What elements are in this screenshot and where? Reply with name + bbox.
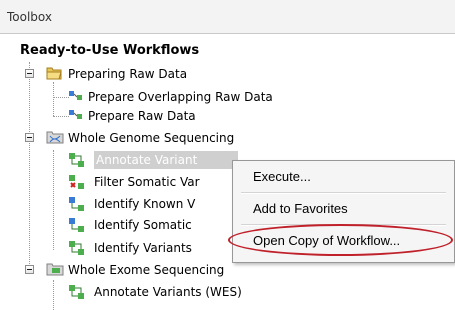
- tree-guide-line: [53, 82, 54, 116]
- highlight-ellipse: [228, 224, 453, 256]
- tree-item-label: Identify Variants: [94, 241, 192, 255]
- menu-item-add-to-favorites[interactable]: Add to Favorites: [253, 201, 348, 216]
- tree-item-annotate-variants-wes[interactable]: Annotate Variants (WES): [68, 283, 288, 301]
- folder-exome-icon: [46, 262, 64, 278]
- workflow-variant-icon: [68, 284, 84, 300]
- tree-root-label: Ready-to-Use Workflows: [20, 43, 200, 58]
- tree-guide-line: [53, 97, 69, 98]
- workflow-identify-icon: [68, 217, 84, 233]
- menu-separator: [241, 192, 446, 194]
- tree-item-label: Prepare Overlapping Raw Data: [88, 90, 273, 104]
- tree-folder-preparing-raw-data[interactable]: Preparing Raw Data: [24, 65, 244, 83]
- tree-item-prepare-overlapping-raw-data[interactable]: Prepare Overlapping Raw Data: [68, 88, 328, 106]
- menu-item-execute[interactable]: Execute...: [253, 169, 311, 184]
- tree-folder-whole-exome-sequencing[interactable]: Whole Exome Sequencing: [24, 261, 284, 279]
- tree-guide-line: [53, 280, 54, 310]
- tree-item-label: Identify Known V: [94, 197, 196, 211]
- tree-folder-label: Whole Exome Sequencing: [68, 263, 225, 277]
- tree-guide-line: [29, 62, 30, 270]
- workflow-filter-icon: [68, 174, 84, 190]
- tree-item-filter-somatic[interactable]: Filter Somatic Var: [68, 173, 238, 191]
- workflow-icon: [68, 108, 84, 124]
- tree-item-identify-somatic[interactable]: Identify Somatic: [68, 216, 238, 234]
- tree-folder-label: Preparing Raw Data: [68, 67, 188, 81]
- collapse-icon[interactable]: [25, 265, 34, 274]
- tree-guide-line: [53, 150, 54, 250]
- workflow-icon: [68, 89, 84, 105]
- tree-item-identify-known[interactable]: Identify Known V: [68, 195, 238, 213]
- tree-item-label: Filter Somatic Var: [94, 175, 200, 189]
- tree-folder-label: Whole Genome Sequencing: [68, 131, 235, 145]
- toolbox-title: Toolbox: [7, 10, 52, 24]
- tree-item-label-selected: Annotate Variant: [94, 151, 238, 169]
- tree-item-label: Annotate Variants (WES): [94, 285, 242, 299]
- folder-dna-icon: [46, 130, 64, 146]
- workflow-identify-icon: [68, 196, 84, 212]
- tree-item-prepare-raw-data[interactable]: Prepare Raw Data: [68, 107, 328, 125]
- collapse-icon[interactable]: [25, 133, 34, 142]
- tree-item-label: Prepare Raw Data: [88, 109, 196, 123]
- tree-item-identify-variants[interactable]: Identify Variants: [68, 239, 238, 257]
- workflow-variant-icon: [68, 152, 84, 168]
- collapse-icon[interactable]: [25, 69, 34, 78]
- workflow-variant-icon: [68, 240, 84, 256]
- tree-folder-whole-genome-sequencing[interactable]: Whole Genome Sequencing: [24, 129, 284, 147]
- toolbox-header: Toolbox: [0, 0, 455, 34]
- tree-item-label: Identify Somatic: [94, 218, 192, 232]
- folder-open-icon: [46, 66, 62, 82]
- tree-guide-line: [53, 116, 69, 117]
